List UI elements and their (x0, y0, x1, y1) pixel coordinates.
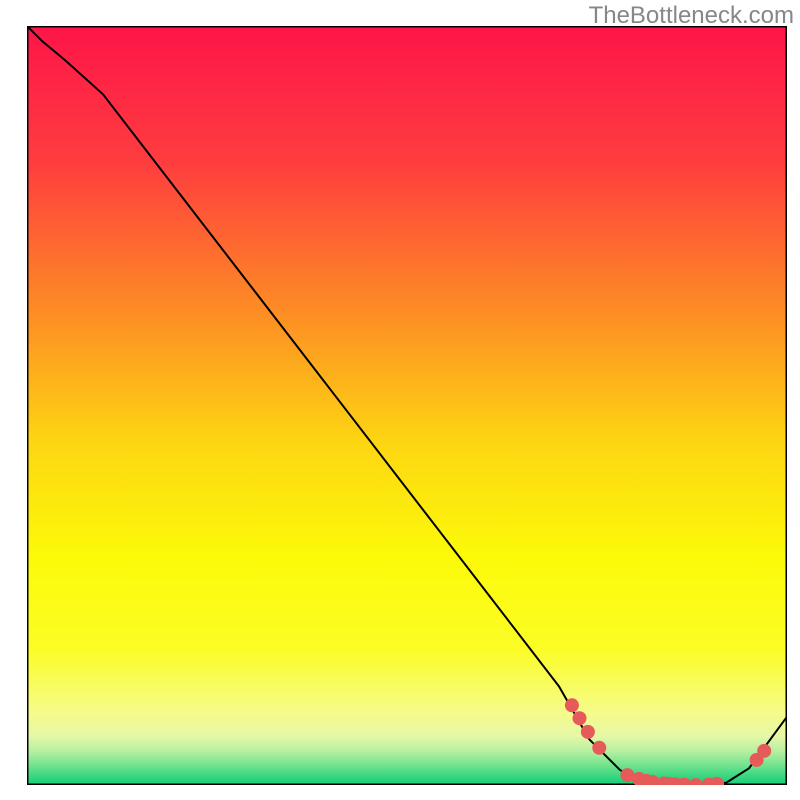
chart-background (27, 26, 787, 785)
chart-marker (757, 744, 771, 758)
chart-marker (581, 725, 595, 739)
chart-marker (565, 698, 579, 712)
chart-marker (592, 741, 606, 755)
chart-frame: TheBottleneck.com (0, 0, 800, 800)
chart-svg (27, 26, 787, 785)
chart-plot-area (27, 26, 787, 785)
attribution-text: TheBottleneck.com (589, 2, 794, 30)
chart-marker (573, 711, 587, 725)
